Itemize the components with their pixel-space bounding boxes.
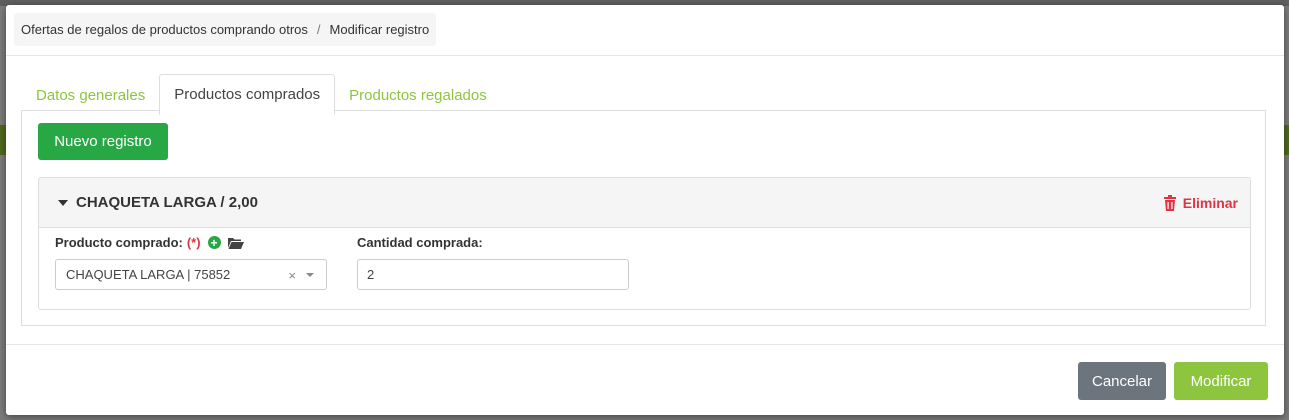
qty-input[interactable]: [357, 259, 629, 290]
product-select-value: CHAQUETA LARGA | 75852: [66, 267, 231, 282]
product-select[interactable]: CHAQUETA LARGA | 75852 ×: [55, 259, 327, 290]
qty-field-label: Cantidad comprada:: [357, 235, 483, 250]
tab-bar: Datos generales Productos comprados Prod…: [22, 74, 501, 115]
delete-button[interactable]: Eliminar: [1163, 178, 1238, 227]
select-arrow-icon[interactable]: [306, 273, 314, 277]
breadcrumb-current: Modificar registro: [329, 22, 430, 37]
record-title-text: CHAQUETA LARGA / 2,00: [76, 194, 258, 211]
breadcrumb: Ofertas de regalos de productos comprand…: [14, 13, 437, 46]
record-card: CHAQUETA LARGA / 2,00 Eliminar Producto …: [38, 177, 1251, 310]
tab-productos-comprados[interactable]: Productos comprados: [159, 74, 336, 115]
breadcrumb-separator: /: [316, 22, 321, 37]
breadcrumb-parent[interactable]: Ofertas de regalos de productos comprand…: [21, 22, 308, 37]
delete-label: Eliminar: [1182, 194, 1238, 211]
cancel-button[interactable]: Cancelar: [1078, 362, 1166, 400]
product-label-text: Producto comprado:: [55, 235, 183, 250]
clear-selection-icon[interactable]: ×: [288, 268, 296, 283]
record-header[interactable]: CHAQUETA LARGA / 2,00 Eliminar: [39, 178, 1250, 228]
tab-panel-productos-comprados: Nuevo registro CHAQUETA LARGA / 2,00 Eli…: [21, 110, 1266, 326]
modal-footer: Cancelar Modificar: [6, 344, 1284, 415]
folder-open-icon[interactable]: [227, 237, 244, 249]
caret-down-icon: [58, 199, 68, 206]
plus-circle-icon[interactable]: +: [207, 236, 221, 249]
product-field-label: Producto comprado: (*) +: [55, 235, 244, 250]
tab-productos-regalados[interactable]: Productos regalados: [335, 75, 501, 115]
edit-record-modal: Ofertas de regalos de productos comprand…: [6, 5, 1284, 415]
modify-button[interactable]: Modificar: [1174, 362, 1268, 400]
required-mark: (*): [186, 235, 201, 250]
modal-header: Ofertas de regalos de productos comprand…: [6, 5, 1284, 56]
record-title[interactable]: CHAQUETA LARGA / 2,00: [58, 178, 258, 227]
tab-datos-generales[interactable]: Datos generales: [22, 75, 159, 115]
new-record-button[interactable]: Nuevo registro: [38, 123, 168, 160]
trash-icon: [1163, 194, 1176, 211]
qty-label-text: Cantidad comprada:: [357, 235, 483, 250]
